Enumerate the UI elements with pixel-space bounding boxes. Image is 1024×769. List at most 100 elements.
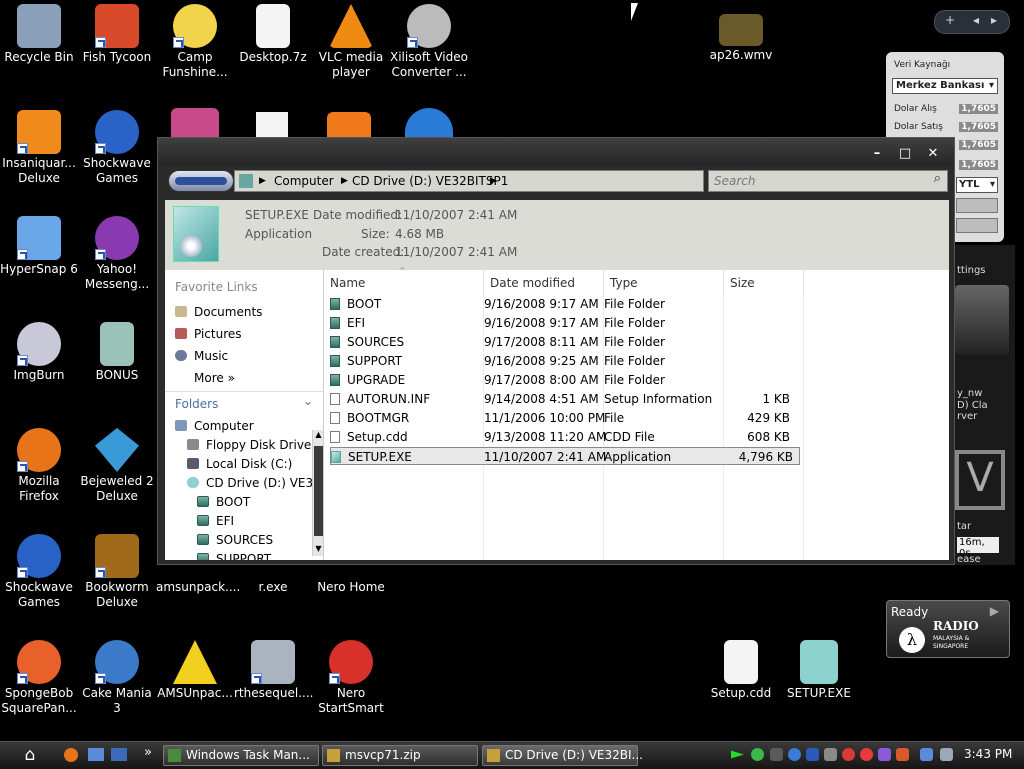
desktop-icon-imgburn[interactable]: ImgBurn bbox=[0, 322, 78, 383]
desktop-icon-amsunpac[interactable]: AMSUnpac... bbox=[156, 640, 234, 701]
tree-item-cd-drive[interactable]: CD Drive (D:) VE32 bbox=[187, 476, 321, 490]
table-row[interactable]: BOOTMGR 11/1/2006 10:00 PM File 429 KB bbox=[330, 409, 800, 427]
scroll-up-icon[interactable]: ▲ bbox=[313, 430, 323, 442]
desktop-icon-r-exe[interactable]: r.exe bbox=[234, 580, 312, 595]
table-row[interactable]: SOURCES 9/17/2008 8:11 AM File Folder bbox=[330, 333, 800, 351]
taskbar-button-msvcp71[interactable]: msvcp71.zip bbox=[322, 745, 478, 766]
antivirus-tray-icon[interactable] bbox=[842, 748, 855, 761]
desktop-icon-spongebob[interactable]: SpongeBob SquarePan... bbox=[0, 640, 78, 716]
desktop-icon-yahoo-messenger[interactable]: Yahoo! Messeng... bbox=[78, 216, 156, 292]
taskbar-clock[interactable]: 3:43 PM bbox=[964, 747, 1012, 761]
tree-item-sources[interactable]: SOURCES bbox=[197, 533, 273, 547]
minimize-button[interactable]: – bbox=[868, 146, 886, 161]
desktop-icon-setup-cdd[interactable]: Setup.cdd bbox=[702, 640, 780, 701]
nav-item-documents[interactable]: Documents bbox=[175, 305, 262, 319]
table-row-selected[interactable]: SETUP.EXE 11/10/2007 2:41 AM Application 4,… bbox=[330, 447, 800, 465]
column-header-name[interactable]: Name ^ bbox=[324, 266, 484, 296]
table-row[interactable]: EFI 9/16/2008 9:17 AM File Folder bbox=[330, 314, 800, 332]
desktop-icon-firefox[interactable]: Mozilla Firefox bbox=[0, 428, 78, 504]
desktop-icon-setup-exe[interactable]: SETUP.EXE bbox=[780, 640, 858, 701]
taskbar-button-task-manager[interactable]: Windows Task Man... bbox=[163, 745, 319, 766]
breadcrumb-separator-icon[interactable]: ▶ bbox=[259, 176, 266, 186]
tree-item-computer[interactable]: Computer bbox=[175, 419, 254, 433]
blocked-tray-icon[interactable] bbox=[860, 748, 873, 761]
tree-scrollbar[interactable]: ▲ ▼ bbox=[312, 430, 323, 556]
desktop-icon-bonus[interactable]: BONUS bbox=[78, 322, 156, 383]
folders-header[interactable]: Folders bbox=[175, 397, 218, 411]
firefox-icon[interactable] bbox=[64, 748, 78, 762]
next-gadget-button[interactable]: ▸ bbox=[991, 13, 997, 27]
switch-windows-icon[interactable] bbox=[111, 748, 127, 761]
quicklaunch-more-icon[interactable]: » bbox=[144, 745, 152, 760]
update-tray-icon[interactable] bbox=[806, 748, 819, 761]
volume-muted-icon[interactable] bbox=[940, 748, 953, 761]
show-desktop-icon[interactable] bbox=[88, 748, 104, 761]
table-row[interactable]: BOOT 9/16/2008 9:17 AM File Folder bbox=[330, 295, 800, 313]
tree-item-efi[interactable]: EFI bbox=[197, 514, 234, 528]
desktop-icon-nero-startsmart[interactable]: Nero StartSmart bbox=[312, 640, 390, 716]
desktop-icon-ap26-wmv[interactable]: ap26.wmv bbox=[702, 14, 780, 63]
window-titlebar[interactable]: – □ ✕ bbox=[158, 138, 954, 166]
breadcrumb-separator-icon[interactable]: ▶ bbox=[341, 176, 348, 186]
chevron-down-icon[interactable]: ⌄ bbox=[303, 394, 313, 408]
desktop-icon-camp-funshine[interactable]: Camp Funshine... bbox=[156, 4, 234, 80]
desktop-icon-amsunpack[interactable]: amsunpack.... bbox=[156, 580, 240, 595]
desktop-icon-nero-home[interactable]: Nero Home bbox=[312, 580, 390, 595]
currency-select[interactable]: YTL ▾ bbox=[956, 177, 998, 193]
desktop-icon-bejeweled[interactable]: Bejeweled 2 Deluxe bbox=[78, 428, 156, 504]
desktop-icon-fish-tycoon[interactable]: Fish Tycoon bbox=[78, 4, 156, 65]
previous-gadget-button[interactable]: ◂ bbox=[973, 13, 979, 27]
app-tray-icon[interactable] bbox=[878, 748, 891, 761]
table-row[interactable]: AUTORUN.INF 9/14/2008 4:51 AM Setup Inform… bbox=[330, 390, 800, 408]
desktop-icon-shockwave-games-2[interactable]: Shockwave Games bbox=[0, 534, 78, 610]
currency-source-select[interactable]: Merkez Bankası ▾ bbox=[892, 78, 998, 94]
search-input[interactable]: Search ⌕ bbox=[708, 170, 948, 192]
amount-input[interactable] bbox=[956, 198, 998, 213]
tree-item-boot[interactable]: BOOT bbox=[197, 495, 250, 509]
column-header-type[interactable]: Type bbox=[604, 270, 724, 296]
tree-item-floppy[interactable]: Floppy Disk Drive ( bbox=[187, 438, 320, 452]
desktop-icon-desktop-7z[interactable]: Desktop.7z bbox=[234, 4, 312, 65]
column-header-date-modified[interactable]: Date modified bbox=[484, 270, 604, 296]
messenger-tray-icon[interactable] bbox=[751, 748, 764, 761]
desktop-icon-xilisoft[interactable]: Xilisoft Video Converter ... bbox=[390, 4, 468, 80]
table-row[interactable]: UPGRADE 9/17/2008 8:00 AM File Folder bbox=[330, 371, 800, 389]
breadcrumb-cd-drive[interactable]: CD Drive (D:) VE32BITSP1 bbox=[352, 174, 508, 188]
add-gadget-button[interactable]: + bbox=[945, 13, 955, 27]
floppy-drive-icon bbox=[187, 439, 199, 450]
desktop-icon-cake-mania[interactable]: Cake Mania 3 bbox=[78, 640, 156, 716]
network-connection-icon[interactable] bbox=[920, 748, 933, 761]
desktop-icon-hypersnap[interactable]: HyperSnap 6 bbox=[0, 216, 78, 277]
close-button[interactable]: ✕ bbox=[924, 146, 942, 161]
play-icon[interactable]: ▶ bbox=[990, 604, 999, 618]
desktop-icon-bookworm[interactable]: Bookworm Deluxe bbox=[78, 534, 156, 610]
scrollbar-thumb[interactable] bbox=[314, 446, 323, 536]
table-row[interactable]: SUPPORT 9/16/2008 9:25 AM File Folder bbox=[330, 352, 800, 370]
desktop-icon-rthesequel[interactable]: rthesequel.... bbox=[234, 640, 313, 701]
desktop-icon-recycle-bin[interactable]: Recycle Bin bbox=[0, 4, 78, 65]
nav-item-music[interactable]: Music bbox=[175, 349, 228, 363]
column-header-size[interactable]: Size bbox=[724, 270, 804, 296]
maximize-button[interactable]: □ bbox=[896, 146, 914, 161]
taskbar-button-cd-drive[interactable]: CD Drive (D:) VE32BI... bbox=[482, 745, 643, 766]
device-tray-icon[interactable] bbox=[770, 748, 783, 761]
breadcrumb-separator-icon[interactable]: ▶ bbox=[490, 176, 497, 186]
tree-item-local-disk[interactable]: Local Disk (C:) bbox=[187, 457, 292, 471]
app-tray-icon[interactable] bbox=[896, 748, 909, 761]
more-links-button[interactable]: More » bbox=[194, 371, 235, 385]
breadcrumb-computer[interactable]: Computer bbox=[274, 174, 334, 188]
address-bar[interactable]: ▶ Computer ▶ CD Drive (D:) VE32BITSP1 ▶ bbox=[234, 170, 704, 192]
tree-item-support[interactable]: SUPPORT bbox=[197, 552, 271, 560]
network-tray-icon[interactable] bbox=[788, 748, 801, 761]
desktop-icon-insaniquarium[interactable]: Insaniquar... Deluxe bbox=[0, 110, 78, 186]
desktop-icon-shockwave-games[interactable]: Shockwave Games bbox=[78, 110, 156, 186]
scroll-down-icon[interactable]: ▼ bbox=[313, 544, 323, 556]
table-row[interactable]: Setup.cdd 9/13/2008 11:20 AM CDD File 608 K… bbox=[330, 428, 800, 446]
home-start-icon[interactable]: ⌂ bbox=[18, 745, 42, 765]
nav-item-pictures[interactable]: Pictures bbox=[175, 327, 242, 341]
audio-device-tray-icon[interactable] bbox=[824, 748, 837, 761]
back-forward-buttons[interactable] bbox=[168, 170, 234, 192]
search-icon[interactable]: ⌕ bbox=[934, 171, 941, 186]
nav-item-label: Documents bbox=[194, 305, 263, 319]
desktop-icon-vlc[interactable]: VLC media player bbox=[312, 4, 390, 80]
